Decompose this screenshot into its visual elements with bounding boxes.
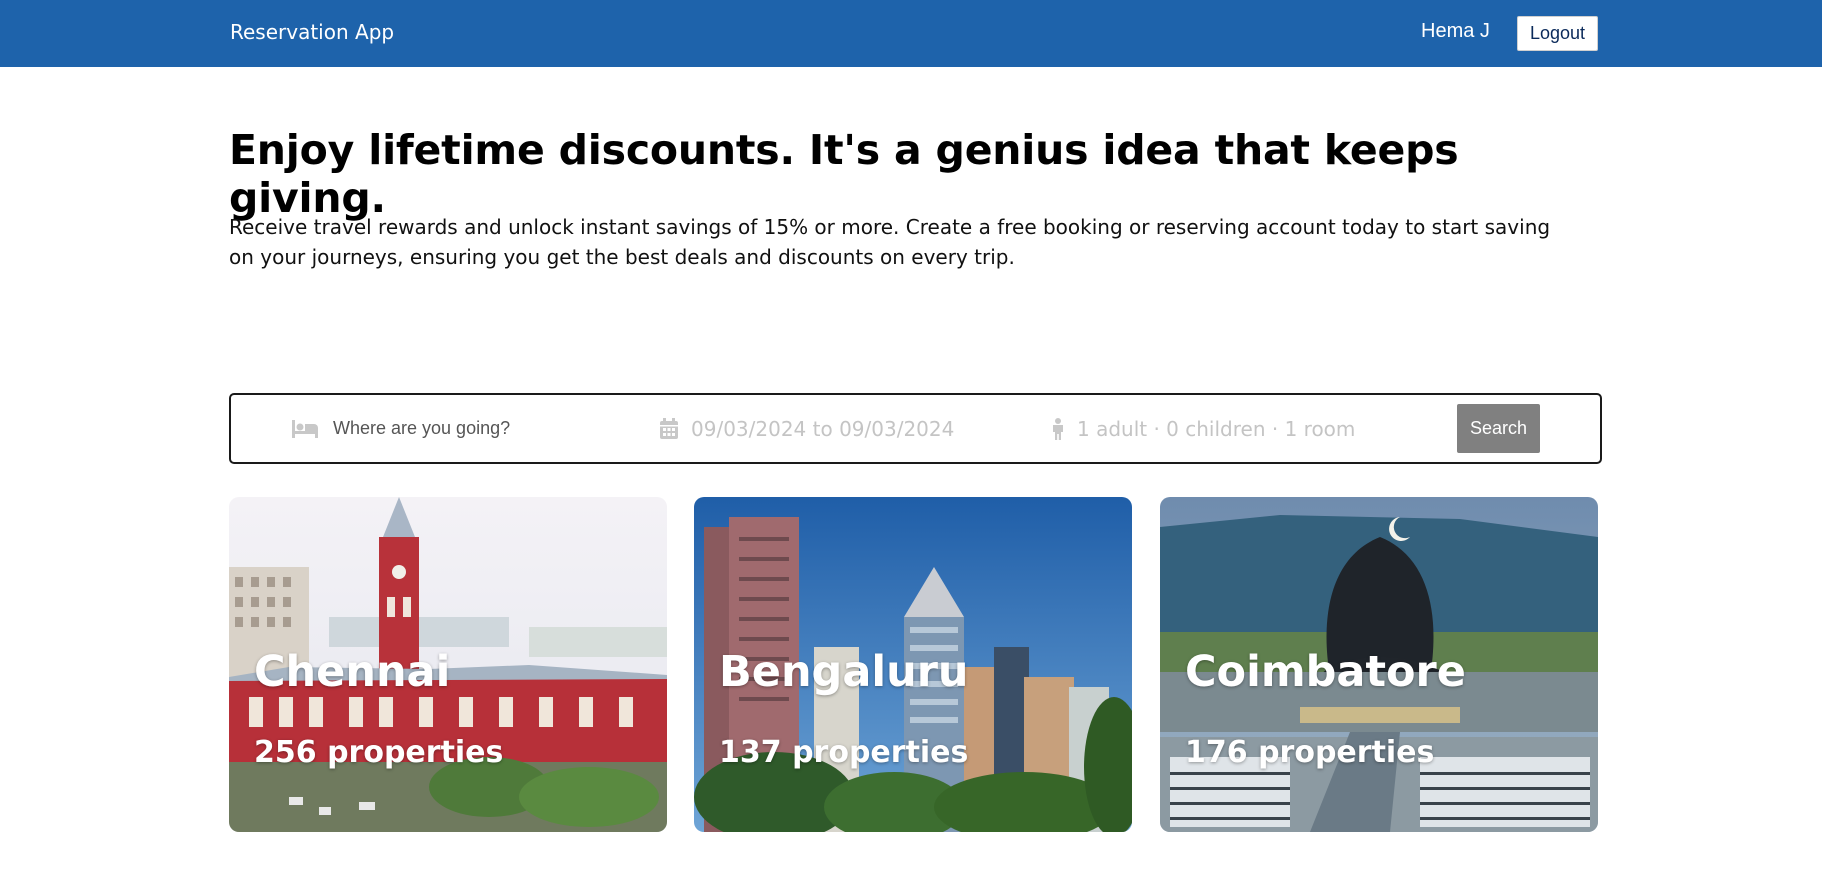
date-range-text: 09/03/2024 to 09/03/2024 (691, 416, 955, 441)
hero-title: Enjoy lifetime discounts. It's a genius … (229, 126, 1459, 222)
logout-button[interactable]: Logout (1517, 16, 1598, 51)
property-count: 137 properties (719, 735, 969, 770)
destination-field[interactable] (291, 395, 593, 462)
search-button[interactable]: Search (1457, 404, 1540, 453)
person-icon (1051, 417, 1065, 440)
city-name: Bengaluru (719, 647, 969, 697)
search-bar: 09/03/2024 to 09/03/2024 1 adult · 0 chi… (229, 393, 1602, 464)
city-name: Coimbatore (1185, 647, 1466, 697)
bed-icon (291, 419, 319, 439)
user-name: Hema J (1421, 20, 1490, 42)
property-count: 256 properties (254, 735, 504, 770)
calendar-icon (659, 417, 679, 440)
city-card-coimbatore[interactable]: Coimbatore 176 properties (1160, 497, 1598, 832)
guests-text: 1 adult · 0 children · 1 room (1077, 416, 1356, 441)
city-name: Chennai (254, 647, 451, 697)
city-card-chennai[interactable]: Chennai 256 properties (229, 497, 667, 832)
date-range-field[interactable]: 09/03/2024 to 09/03/2024 (659, 395, 954, 462)
app-brand[interactable]: Reservation App (230, 20, 394, 44)
destination-input[interactable] (333, 418, 593, 439)
top-navbar: Reservation App Hema J Logout (0, 0, 1822, 67)
city-card-bengaluru[interactable]: Bengaluru 137 properties (694, 497, 1132, 832)
property-count: 176 properties (1185, 735, 1435, 770)
guests-field[interactable]: 1 adult · 0 children · 1 room (1051, 395, 1355, 462)
hero-description: Receive travel rewards and unlock instan… (229, 215, 1551, 269)
